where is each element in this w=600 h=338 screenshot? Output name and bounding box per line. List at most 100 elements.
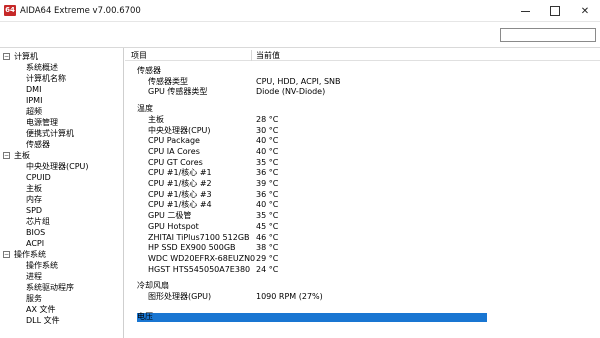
- sensor-name: HGST HTS545050A7E380: [148, 264, 251, 274]
- sensor-name: 中央处理器(CPU): [148, 125, 211, 135]
- tree-group[interactable]: − 主板: [0, 150, 123, 161]
- tree-group-label: 主板: [14, 151, 30, 160]
- sensor-value: 1090 RPM (27%): [256, 292, 323, 301]
- sensor-value: 35 °C: [256, 211, 279, 221]
- table-row[interactable]: WDC WD20EFRX-68EUZN0 29 °C: [125, 253, 600, 264]
- tree-item[interactable]: AX 文件: [0, 304, 123, 315]
- table-row[interactable]: CPU #1/核心 #3 36 °C: [125, 189, 600, 200]
- section-header[interactable]: 温度: [125, 103, 600, 114]
- section-header[interactable]: 冷却风扇: [125, 280, 600, 291]
- table-row[interactable]: CPU IA Cores 40 °C: [125, 146, 600, 157]
- sensor-name: GPU Hotspot: [148, 221, 199, 231]
- table-row[interactable]: HGST HTS545050A7E380 24 °C: [125, 264, 600, 275]
- sensor-value: 24 °C: [256, 264, 279, 274]
- table-row[interactable]: HP SSD EX900 500GB 38 °C: [125, 242, 600, 253]
- tree-item-label: DMI: [26, 85, 42, 94]
- table-row[interactable]: ZHITAI TiPlus7100 512GB 46 °C: [125, 232, 600, 243]
- tree-collapse-icon[interactable]: −: [3, 251, 10, 258]
- sensor-value: 40 °C: [256, 146, 279, 156]
- sensor-name: 传感器类型: [148, 76, 188, 86]
- tree-item[interactable]: IPMI: [0, 95, 123, 106]
- navigation-tree: − 计算机 系统概述 计算机名称 DMI IPMI 超频 电源管理 便携式计算机 传感器 − 主板 中央…: [0, 48, 124, 338]
- tree-item[interactable]: 计算机名称: [0, 73, 123, 84]
- sensor-name: GPU 传感器类型: [148, 87, 208, 97]
- table-row[interactable]: 传感器类型 CPU, HDD, ACPI, SNB: [125, 76, 600, 87]
- tree-item-label: ACPI: [26, 239, 45, 248]
- tree-item[interactable]: DLL 文件: [0, 315, 123, 326]
- section-header[interactable]: 传感器: [125, 65, 600, 76]
- table-row[interactable]: CPU Package 40 °C: [125, 135, 600, 146]
- table-row[interactable]: GPU Hotspot 45 °C: [125, 221, 600, 232]
- sensor-value: 38 °C: [256, 243, 279, 253]
- tree-group[interactable]: − 操作系统: [0, 249, 123, 260]
- table-row[interactable]: 中央处理器(CPU) 30 °C: [125, 125, 600, 136]
- tree-item[interactable]: 传感器: [0, 139, 123, 150]
- table-row[interactable]: GPU 二极管 35 °C: [125, 210, 600, 221]
- tree-item[interactable]: 电源管理: [0, 117, 123, 128]
- table-row[interactable]: CPU #1/核心 #2 39 °C: [125, 178, 600, 189]
- tree-collapse-icon[interactable]: −: [3, 152, 10, 159]
- close-button[interactable]: ✕: [570, 0, 600, 22]
- table-row[interactable]: CPU #1/核心 #4 40 °C: [125, 199, 600, 210]
- tree-item-label: 服务: [26, 294, 42, 303]
- tree-item-label: SPD: [26, 206, 43, 215]
- tree-item[interactable]: ACPI: [0, 238, 123, 249]
- column-header-value[interactable]: 当前值: [256, 50, 280, 61]
- tree-item-label: BIOS: [26, 228, 46, 237]
- sensor-value: 40 °C: [256, 136, 279, 146]
- table-row[interactable]: GPU 传感器类型 Diode (NV-Diode): [125, 86, 600, 97]
- tree-item-label: 系统驱动程序: [26, 283, 74, 292]
- tree-collapse-icon[interactable]: −: [3, 53, 10, 60]
- tree-item-label: 计算机名称: [26, 74, 66, 83]
- sensor-value: 36 °C: [256, 168, 279, 178]
- tree-item[interactable]: DMI: [0, 84, 123, 95]
- tree-item[interactable]: 超频: [0, 106, 123, 117]
- tree-item[interactable]: CPUID: [0, 172, 123, 183]
- tree-item-label: 内存: [26, 195, 42, 204]
- section-title: 温度: [137, 104, 153, 114]
- tree-item[interactable]: 系统概述: [0, 62, 123, 73]
- maximize-button[interactable]: [540, 0, 570, 22]
- tree-item[interactable]: 中央处理器(CPU): [0, 161, 123, 172]
- tree-item[interactable]: BIOS: [0, 227, 123, 238]
- table-row[interactable]: CPU #1/核心 #1 36 °C: [125, 167, 600, 178]
- tree-item-label: 操作系统: [26, 261, 58, 270]
- tree-item-label: DLL 文件: [26, 316, 60, 325]
- tree-item[interactable]: 内存: [0, 194, 123, 205]
- tree-item[interactable]: SPD: [0, 205, 123, 216]
- sensor-value: 30 °C: [256, 125, 279, 135]
- details-pane: 项目 当前值 传感器 传感器类型 CPU, HDD, ACPI, SNB GPU 传感…: [125, 48, 600, 338]
- column-header: 项目 当前值: [125, 50, 600, 61]
- search-input[interactable]: [500, 28, 596, 42]
- tree-item[interactable]: 进程: [0, 271, 123, 282]
- sensor-value: 40 °C: [256, 200, 279, 210]
- tree-item-label: 系统概述: [26, 63, 58, 72]
- table-row[interactable]: CPU GT Cores 35 °C: [125, 157, 600, 168]
- minimize-button[interactable]: [510, 0, 540, 22]
- section-title: 传感器: [137, 66, 161, 75]
- tree-item[interactable]: 系统驱动程序: [0, 282, 123, 293]
- aida64-app-icon: 64: [4, 5, 16, 16]
- tree-item[interactable]: 服务: [0, 293, 123, 304]
- tree-group[interactable]: − 计算机: [0, 51, 123, 62]
- sensor-value: Diode (NV-Diode): [256, 87, 326, 97]
- sensor-name: 图形处理器(GPU): [148, 292, 212, 301]
- sensor-name: CPU #1/核心 #1: [148, 168, 212, 178]
- section-title: 冷却风扇: [137, 281, 169, 291]
- sensor-name: GPU 二极管: [148, 211, 192, 221]
- column-header-item[interactable]: 项目: [131, 50, 147, 61]
- tree-group-label: 操作系统: [14, 250, 46, 259]
- sensor-name: CPU #1/核心 #3: [148, 189, 212, 199]
- table-row[interactable]: 图形处理器(GPU) 1090 RPM (27%): [125, 291, 600, 302]
- tree-item[interactable]: 主板: [0, 183, 123, 194]
- column-separator[interactable]: [251, 50, 252, 61]
- window-title: AIDA64 Extreme v7.00.6700: [20, 6, 141, 16]
- tree-item-label: 中央处理器(CPU): [26, 162, 89, 171]
- sensor-name: CPU Package: [148, 136, 200, 146]
- tree-item[interactable]: 便携式计算机: [0, 128, 123, 139]
- tree-item[interactable]: 芯片组: [0, 216, 123, 227]
- tree-item-label: 超频: [26, 107, 42, 116]
- section-header[interactable]: 电压: [125, 311, 600, 322]
- table-row[interactable]: 主板 28 °C: [125, 114, 600, 125]
- tree-item[interactable]: 操作系统: [0, 260, 123, 271]
